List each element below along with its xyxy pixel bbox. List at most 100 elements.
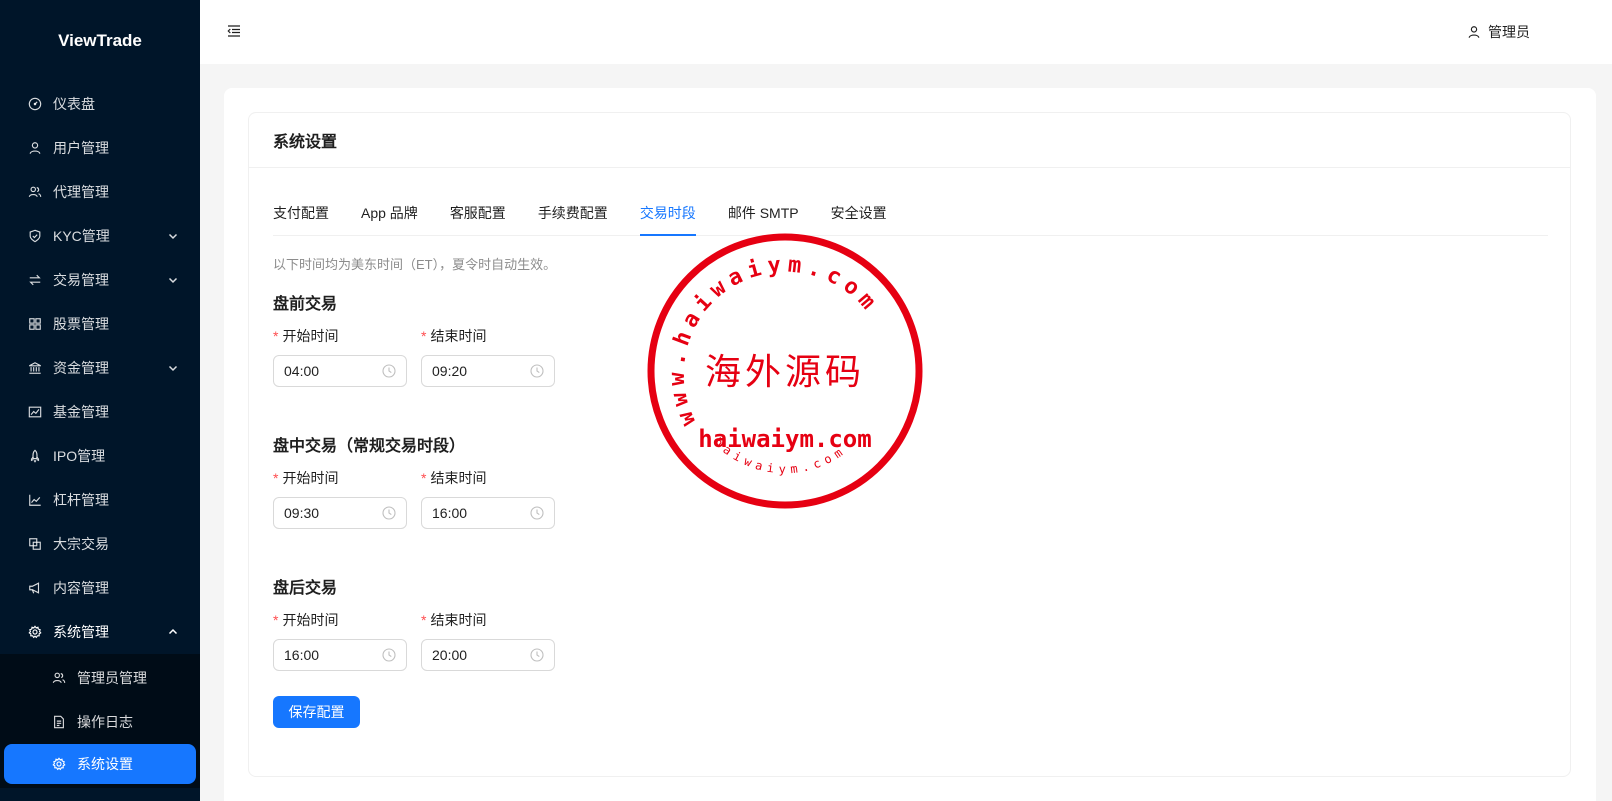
sidebar-item-label: 系统设置 <box>77 756 133 772</box>
sidebar-item-label: IPO管理 <box>53 448 106 464</box>
sidebar-item-block-trade[interactable]: 大宗交易 <box>0 522 200 566</box>
sidebar-item-label: 代理管理 <box>53 184 109 200</box>
tab-payment[interactable]: 支付配置 <box>273 192 329 235</box>
sidebar-item-stocks[interactable]: 股票管理 <box>0 302 200 346</box>
field-label: * 开始时间 <box>273 610 407 630</box>
required-mark: * <box>421 328 427 344</box>
sidebar-item-agents[interactable]: 代理管理 <box>0 170 200 214</box>
sidebar-item-label: 操作日志 <box>77 714 133 730</box>
menu-fold-icon[interactable] <box>227 24 241 38</box>
sidebar-item-fund-products[interactable]: 基金管理 <box>0 390 200 434</box>
tab-security[interactable]: 安全设置 <box>831 192 887 235</box>
tab-smtp[interactable]: 邮件 SMTP <box>728 192 799 235</box>
swap-icon <box>28 273 42 287</box>
user-icon <box>28 141 42 155</box>
required-mark: * <box>273 470 279 486</box>
shield-check-icon <box>28 229 42 243</box>
required-mark: * <box>273 328 279 344</box>
field-label: * 开始时间 <box>273 326 407 346</box>
field-label: * 开始时间 <box>273 468 407 488</box>
regular-end-time-input[interactable]: 16:00 <box>421 497 555 529</box>
clock-icon <box>382 648 396 662</box>
setting-icon <box>52 757 66 771</box>
required-mark: * <box>421 612 427 628</box>
section-title: 盘中交易（常规交易时段） <box>273 438 466 455</box>
clock-icon <box>530 506 544 520</box>
time-value: 16:00 <box>284 647 320 663</box>
sidebar-item-label: 内容管理 <box>53 580 109 596</box>
dashboard-icon <box>28 97 42 111</box>
start-time-label: 开始时间 <box>282 328 339 344</box>
tab-customer-service[interactable]: 客服配置 <box>450 192 506 235</box>
top-header: 管理员 <box>200 0 1612 64</box>
file-icon <box>52 715 66 729</box>
premarket-end-time-input[interactable]: 09:20 <box>421 355 555 387</box>
afterhours-section: 盘后交易 * 开始时间 16:00 * 结束时间 20:00 <box>273 574 1546 671</box>
fund-icon <box>28 405 42 419</box>
sidebar-item-label: 仪表盘 <box>53 96 95 112</box>
tab-fees[interactable]: 手续费配置 <box>538 192 608 235</box>
premarket-start-time-input[interactable]: 04:00 <box>273 355 407 387</box>
regular-start-time-input[interactable]: 09:30 <box>273 497 407 529</box>
save-config-button[interactable]: 保存配置 <box>273 696 360 728</box>
timezone-hint: 以下时间均为美东时间（ET），夏令时自动生效。 <box>273 257 557 272</box>
sidebar-item-label: 基金管理 <box>53 404 109 420</box>
sidebar-item-system[interactable]: 系统管理 <box>0 610 200 654</box>
sidebar-item-dashboard[interactable]: 仪表盘 <box>0 82 200 126</box>
premarket-section: 盘前交易 * 开始时间 04:00 * 结束时间 09:20 <box>273 290 1546 387</box>
sidebar-item-leverage[interactable]: 杠杆管理 <box>0 478 200 522</box>
block-icon <box>28 537 42 551</box>
end-time-label: 结束时间 <box>430 612 487 628</box>
settings-tabs: 支付配置 App 品牌 客服配置 手续费配置 交易时段 邮件 SMTP 安全设置 <box>273 192 1548 236</box>
sidebar-item-content[interactable]: 内容管理 <box>0 566 200 610</box>
section-title: 盘前交易 <box>273 296 338 313</box>
user-menu[interactable]: 管理员 <box>1467 22 1530 42</box>
team-icon <box>28 185 42 199</box>
time-value: 09:20 <box>432 363 468 379</box>
field-label: * 结束时间 <box>421 468 555 488</box>
afterhours-end-time-input[interactable]: 20:00 <box>421 639 555 671</box>
bank-icon <box>28 361 42 375</box>
chevron-down-icon <box>168 277 178 284</box>
tab-app-brand[interactable]: App 品牌 <box>361 192 418 235</box>
user-name: 管理员 <box>1488 24 1530 40</box>
tab-trading-hours[interactable]: 交易时段 <box>639 192 696 236</box>
chevron-down-icon <box>168 233 178 240</box>
setting-icon <box>28 625 42 639</box>
sidebar-item-system-settings[interactable]: 系统设置 <box>4 744 196 784</box>
appstore-icon <box>28 317 42 331</box>
sidebar-item-label: KYC管理 <box>53 228 110 244</box>
page-title: 系统设置 <box>249 113 1570 168</box>
sidebar-item-funds[interactable]: 资金管理 <box>0 346 200 390</box>
clock-icon <box>382 506 396 520</box>
sidebar-item-label: 资金管理 <box>53 360 109 376</box>
section-title: 盘后交易 <box>273 580 338 597</box>
afterhours-start-time-input[interactable]: 16:00 <box>273 639 407 671</box>
sidebar-item-label: 大宗交易 <box>53 536 109 552</box>
sidebar-item-label: 股票管理 <box>53 316 109 332</box>
sidebar-item-label: 系统管理 <box>53 624 109 640</box>
clock-icon <box>530 648 544 662</box>
sidebar-item-trading[interactable]: 交易管理 <box>0 258 200 302</box>
time-value: 20:00 <box>432 647 468 663</box>
sidebar-menu: 仪表盘 用户管理 代理管理 KYC管理 交易管理 股票管理 资金管理 基金管理 … <box>0 82 200 654</box>
line-chart-icon <box>28 493 42 507</box>
sidebar-item-kyc[interactable]: KYC管理 <box>0 214 200 258</box>
sidebar-item-operation-logs[interactable]: 操作日志 <box>0 700 200 744</box>
app-logo[interactable]: ViewTrade <box>0 0 200 82</box>
rocket-icon <box>28 449 42 463</box>
sidebar-item-label: 交易管理 <box>53 272 109 288</box>
sidebar-item-users[interactable]: 用户管理 <box>0 126 200 170</box>
required-mark: * <box>273 612 279 628</box>
sidebar-item-admins[interactable]: 管理员管理 <box>0 656 200 700</box>
clock-icon <box>382 364 396 378</box>
sidebar-item-ipo[interactable]: IPO管理 <box>0 434 200 478</box>
end-time-label: 结束时间 <box>430 328 487 344</box>
sidebar-item-label: 管理员管理 <box>77 670 147 686</box>
field-label: * 结束时间 <box>421 326 555 346</box>
page-scrollbar[interactable] <box>1596 64 1612 801</box>
clock-icon <box>530 364 544 378</box>
required-mark: * <box>421 470 427 486</box>
sidebar: ViewTrade 仪表盘 用户管理 代理管理 KYC管理 交易管理 股票管理 <box>0 0 200 801</box>
field-label: * 结束时间 <box>421 610 555 630</box>
